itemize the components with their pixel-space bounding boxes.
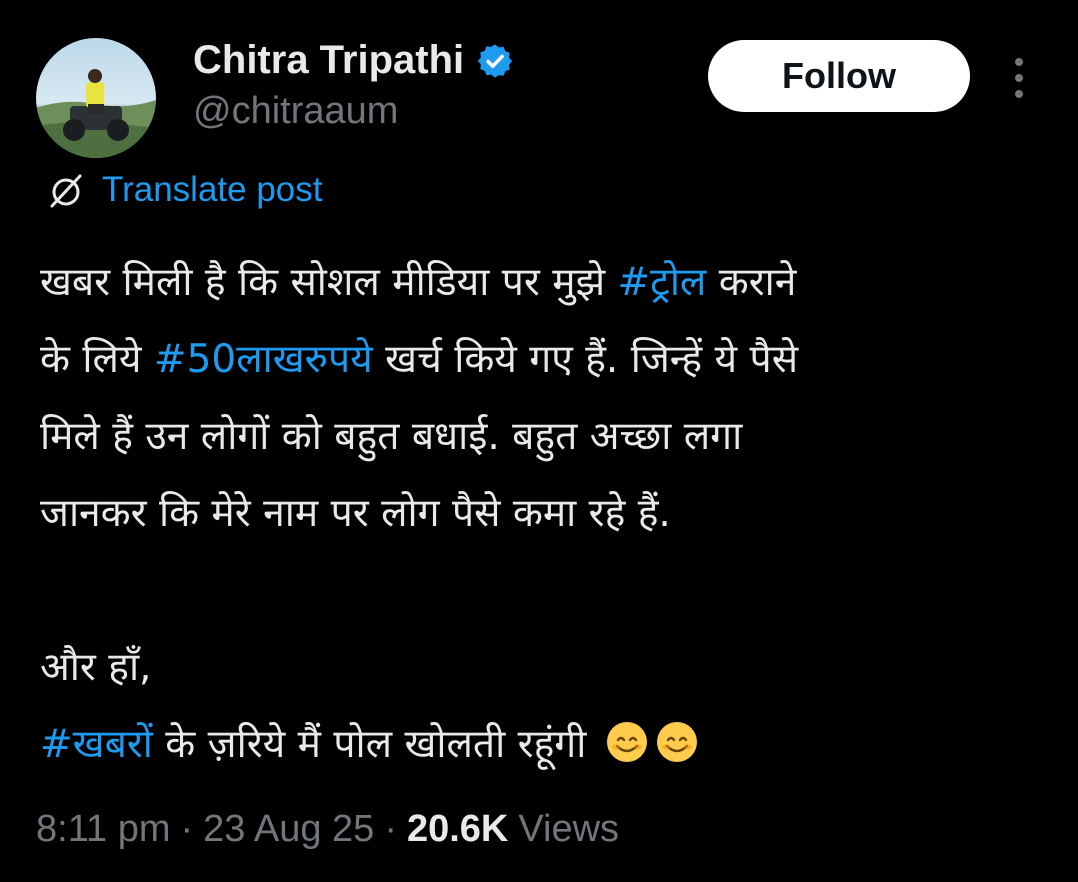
smiling-face-icon xyxy=(656,722,697,762)
more-options-button[interactable] xyxy=(1006,56,1032,100)
author-name-row[interactable]: Chitra Tripathi xyxy=(193,38,514,83)
post-line: के लिये #50लाखरुपये खर्च किये गए हैं. जि… xyxy=(40,321,1050,398)
post-meta: 8:11 pm · 23 Aug 25 · 20.6K Views xyxy=(36,808,619,851)
hashtag-link[interactable]: #खबरों xyxy=(40,722,153,767)
meta-separator: · xyxy=(180,808,194,850)
profile-photo-atv xyxy=(36,38,156,158)
author-handle[interactable]: @chitraaum xyxy=(193,90,398,133)
more-vertical-icon xyxy=(1015,58,1023,98)
translate-post-link[interactable]: Translate post xyxy=(44,168,322,212)
post-text: कराने xyxy=(706,260,797,305)
post-text: खबर मिली है कि सोशल मीडिया पर मुझे xyxy=(40,260,618,305)
verified-badge-icon xyxy=(476,42,514,80)
hashtag-link[interactable]: #50लाखरुपये xyxy=(154,337,373,382)
post-line: मिले हैं उन लोगों को बहुत बधाई. बहुत अच्… xyxy=(40,414,743,459)
post-text: के लिये xyxy=(40,337,154,382)
author-name[interactable]: Chitra Tripathi xyxy=(193,38,464,83)
translate-globe-icon xyxy=(50,174,82,208)
post-line: और हाँ, xyxy=(40,645,152,690)
post-line: खबर मिली है कि सोशल मीडिया पर मुझे #ट्रो… xyxy=(40,244,1050,321)
post-text: खर्च किये गए हैं. जिन्हें ये पैसे xyxy=(372,337,799,382)
hashtag-link[interactable]: #ट्रोल xyxy=(617,260,706,305)
post-line: जानकर कि मेरे नाम पर लोग पैसे कमा रहे है… xyxy=(40,491,671,536)
views-count[interactable]: 20.6K xyxy=(407,808,508,851)
translate-label[interactable]: Translate post xyxy=(102,170,322,210)
follow-button[interactable]: Follow xyxy=(708,40,970,112)
smiling-face-icon xyxy=(606,722,647,762)
meta-separator: · xyxy=(384,808,397,850)
views-label: Views xyxy=(518,808,620,850)
post-body: खबर मिली है कि सोशल मीडिया पर मुझे #ट्रो… xyxy=(40,244,1050,783)
avatar[interactable] xyxy=(36,38,156,158)
post-text: के ज़रिये मैं पोल खोलती रहूंगी xyxy=(152,722,587,767)
post-date[interactable]: 23 Aug 25 xyxy=(203,808,374,851)
post-line: #खबरों के ज़रिये मैं पोल खोलती रहूंगी xyxy=(40,706,1050,783)
post-time[interactable]: 8:11 pm xyxy=(36,808,170,851)
